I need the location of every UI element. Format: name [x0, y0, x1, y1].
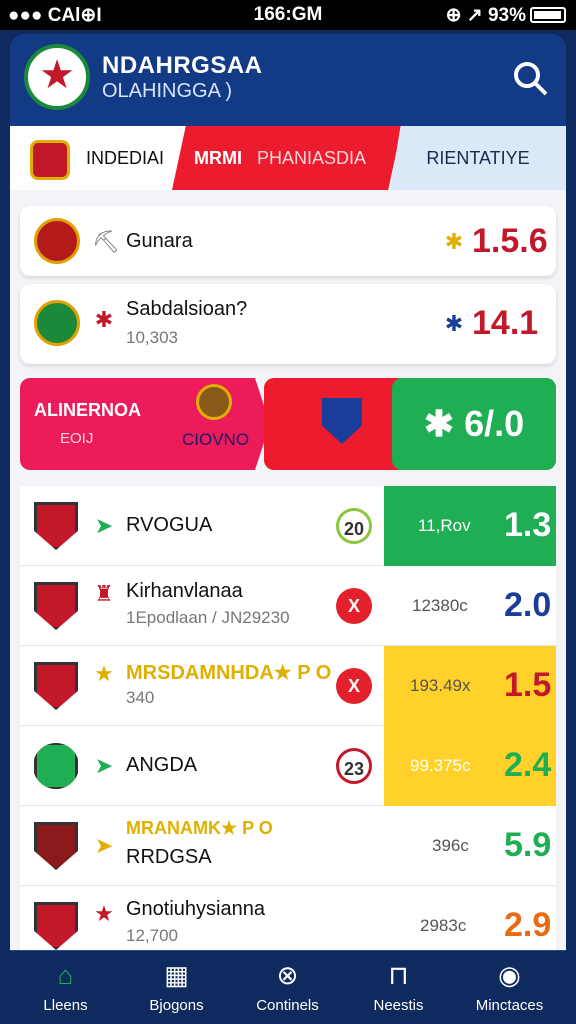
promo-odds[interactable]: ✱ 6/.0 [392, 378, 556, 470]
match-card[interactable]: ✱ Sabdalsioan? 10,303 ✱ 14.1 [20, 284, 556, 364]
ball-icon: ⊗ [276, 960, 299, 990]
odds-value[interactable]: 1.5 [504, 666, 551, 705]
odds-value[interactable]: 5.9 [504, 826, 551, 865]
flag-icon: ➤ [94, 833, 114, 858]
bottom-nav: ⌂ Lleens ▦ Bjogons ⊗ Continels ⊓ Neestis ◉ Mi… [10, 950, 566, 1024]
star-icon: ✱ [423, 403, 455, 444]
nav-home[interactable]: ⌂ Lleens [10, 959, 121, 1014]
promo-right: ✱ 6/.0 [264, 378, 556, 470]
home-icon: ⌂ [57, 960, 74, 990]
goal-icon: ⊓ [388, 960, 409, 990]
odds-value[interactable]: 14.1 [472, 304, 538, 343]
match-row[interactable]: ➤ ANGDA 23 99.375c 2.4 [20, 726, 556, 806]
odds-value[interactable]: 2.4 [504, 746, 551, 785]
status-badge: X [336, 668, 372, 704]
team-crest-icon [34, 218, 80, 264]
status-badge: 20 [336, 508, 372, 544]
battery-icon [530, 7, 566, 23]
match-list: ⛏ Gunara ✱ 1.5.6 ✱ Sabdalsioan? 10,303 ✱… [10, 190, 566, 966]
team-shield-icon [34, 502, 78, 550]
flag-icon: ➤ [94, 513, 114, 538]
trophy-icon: ♜ [94, 581, 114, 606]
odds-value[interactable]: 2.9 [504, 906, 551, 945]
star-icon: ✱ [444, 229, 464, 254]
match-row[interactable]: ➤ RVOGUA 20 11,Rov 1.3 [20, 486, 556, 566]
nav-bjogons[interactable]: ▦ Bjogons [121, 959, 232, 1014]
soccer-ball-icon: ◉ [498, 960, 521, 990]
tab-phaniasdia[interactable]: MRMI PHANIASDIA [172, 126, 402, 190]
nav-continels[interactable]: ⊗ Continels [232, 959, 343, 1014]
app-title: NDAHRGSAA [102, 52, 263, 79]
tab-rientatiye[interactable]: RIENTATIYE [390, 126, 566, 190]
status-bar: ●●● CAl⊕I 166:GM ⊕ ↗ 93% [0, 0, 576, 30]
promo-banner[interactable]: ALINERNOA EOIJ CIOVNO ✱ 6/.0 [20, 378, 556, 470]
team-badge-icon [30, 140, 70, 180]
document-icon: ▦ [164, 960, 189, 990]
odds-value[interactable]: 1.5.6 [472, 222, 548, 261]
star-icon: ✱ [444, 311, 464, 336]
team-shield-icon [34, 582, 78, 630]
match-row[interactable]: ★ MRSDAMNHDA★ P O 340 X 193.49x 1.5 [20, 646, 556, 726]
match-row[interactable]: ➤ MRANAMK★ P O RRDGSA 396c 5.9 [20, 806, 556, 886]
search-icon[interactable] [510, 58, 550, 98]
app-logo [24, 44, 90, 110]
odds-value[interactable]: 2.0 [504, 586, 551, 625]
team-shield-icon [34, 822, 78, 870]
star-icon: ★ [94, 661, 114, 686]
tab-indedial[interactable]: INDEDIAI [10, 126, 180, 190]
team-shield-icon [34, 662, 78, 710]
odds-value[interactable]: 1.3 [504, 506, 551, 545]
battery-status: ⊕ ↗ 93% [446, 4, 566, 27]
nav-minctaces[interactable]: ◉ Minctaces [454, 959, 565, 1014]
team-crest-icon [196, 384, 232, 420]
nav-neestis[interactable]: ⊓ Neestis [343, 959, 454, 1014]
app-subtitle: OLAHINGGA ) [102, 80, 233, 102]
match-row[interactable]: ♜ Kirhanvlanaa 1Epodlaan / JN29230 X 123… [20, 566, 556, 646]
team-shield-icon [322, 398, 362, 444]
status-badge: X [336, 588, 372, 624]
promo-left: ALINERNOA EOIJ CIOVNO [20, 378, 270, 470]
star-icon: ✱ [94, 307, 114, 332]
team-crest-icon [34, 300, 80, 346]
tab-bar: INDEDIAI MRMI PHANIASDIA RIENTATIYE [10, 126, 566, 190]
team-crest-icon [34, 742, 78, 790]
star-icon: ★ [94, 901, 114, 926]
flag-icon: ➤ [94, 753, 114, 778]
app-header: NDAHRGSAA OLAHINGGA ) [10, 34, 566, 126]
status-badge: 23 [336, 748, 372, 784]
team-shield-icon [34, 902, 78, 950]
stadium-icon: ⛏ [92, 229, 120, 254]
match-card[interactable]: ⛏ Gunara ✱ 1.5.6 [20, 206, 556, 276]
